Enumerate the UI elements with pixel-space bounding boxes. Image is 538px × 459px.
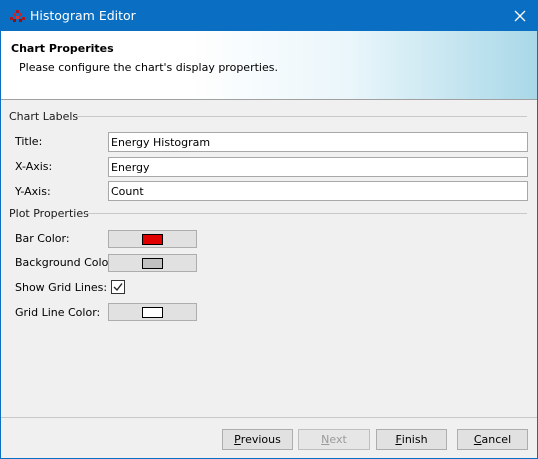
previous-mnemonic: P — [234, 433, 241, 446]
header-banner: Chart Properites Please configure the ch… — [1, 31, 537, 100]
plot-properties-divider — [85, 213, 527, 214]
finish-button[interactable]: Finish — [376, 429, 447, 450]
checkmark-icon — [113, 283, 123, 292]
grid-line-color-button[interactable] — [108, 303, 197, 321]
next-mnemonic: N — [321, 433, 330, 446]
background-color-button[interactable] — [108, 254, 197, 272]
chart-labels-section-title: Chart Labels — [9, 110, 79, 123]
x-axis-input[interactable] — [108, 157, 528, 177]
next-button[interactable]: Next — [298, 429, 370, 450]
next-label: ext — [329, 433, 347, 446]
histogram-app-icon — [10, 10, 25, 22]
y-axis-label: Y-Axis: — [15, 185, 51, 198]
grid-line-color-label: Grid Line Color: — [15, 306, 101, 319]
banner-description: Please configure the chart's display pro… — [19, 61, 278, 74]
grid-line-color-swatch — [142, 306, 163, 318]
bar-color-swatch — [142, 233, 163, 245]
cancel-button[interactable]: Cancel — [457, 429, 528, 450]
previous-button[interactable]: Previous — [222, 429, 293, 450]
background-color-swatch — [142, 257, 163, 269]
footer-divider — [1, 417, 537, 418]
title-bar[interactable]: Histogram Editor — [1, 1, 537, 31]
close-icon — [514, 10, 526, 22]
cancel-mnemonic: C — [473, 433, 482, 446]
bar-color-label: Bar Color: — [15, 232, 70, 245]
previous-label: revious — [240, 433, 281, 446]
x-axis-label: X-Axis: — [15, 160, 53, 173]
banner-title: Chart Properites — [11, 42, 114, 55]
chart-labels-divider — [75, 116, 527, 117]
plot-properties-section-title: Plot Properties — [9, 207, 89, 220]
show-grid-lines-checkbox[interactable] — [111, 280, 125, 294]
title-label: Title: — [15, 135, 43, 148]
finish-label: inish — [401, 433, 428, 446]
title-input[interactable] — [108, 132, 528, 152]
show-grid-lines-label: Show Grid Lines: — [15, 281, 108, 294]
close-button[interactable] — [503, 5, 537, 27]
background-color-label: Background Color: — [15, 256, 117, 269]
bar-color-button[interactable] — [108, 230, 197, 248]
y-axis-input[interactable] — [108, 181, 528, 201]
histogram-editor-window: Histogram Editor Chart Properites Please… — [0, 0, 538, 459]
cancel-label: ancel — [481, 433, 512, 446]
window-title: Histogram Editor — [30, 8, 136, 23]
